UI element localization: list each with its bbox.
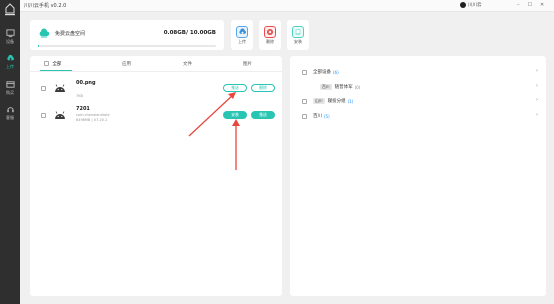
group-checkbox[interactable] bbox=[302, 69, 307, 75]
tab-images[interactable]: 图片 bbox=[243, 61, 252, 67]
device-group[interactable]: 百川 随普体军 (0) › bbox=[320, 81, 538, 93]
file-name: 7201 bbox=[76, 106, 90, 112]
username: 川川云 bbox=[468, 3, 482, 8]
cloud-upload-icon bbox=[236, 25, 248, 38]
sidebar-item-label: 上传 bbox=[6, 64, 14, 69]
minimize-icon[interactable]: – bbox=[517, 2, 520, 8]
sidebar-item-purchase[interactable]: 购买 bbox=[0, 77, 20, 99]
card-icon bbox=[5, 81, 15, 88]
group-count: (0) bbox=[354, 84, 361, 90]
storage-card: 免费云盘空间 0.08GB/ 10.00GB bbox=[30, 20, 224, 50]
tab-files[interactable]: 文件 bbox=[183, 61, 192, 67]
tab-all[interactable]: 全部 bbox=[44, 61, 61, 67]
file-tabs: 全部 应用 文件 图片 bbox=[30, 56, 282, 72]
delete-button[interactable]: 删除 bbox=[259, 20, 281, 50]
select-all-checkbox[interactable] bbox=[44, 61, 49, 66]
device-group[interactable]: 山川 寝投分组 (1) › bbox=[302, 95, 538, 107]
sidebar-item-support[interactable]: 客服 bbox=[0, 102, 20, 124]
group-count: (5) bbox=[324, 113, 330, 119]
install-app-button[interactable]: 安装 bbox=[223, 111, 247, 119]
file-row[interactable]: 7201 com.chenaiandroid 8498MB | V7.20.1 … bbox=[30, 104, 282, 128]
install-button[interactable]: 安装 bbox=[287, 20, 309, 50]
user-menu[interactable]: 川川云 bbox=[460, 2, 482, 8]
chevron-right-icon[interactable]: › bbox=[536, 112, 538, 118]
device-panel: 全部设备 (6) › 百川 随普体军 (0) › 山川 寝投分组 (1) › 百… bbox=[290, 56, 546, 296]
group-count: (6) bbox=[333, 69, 339, 75]
delete-label: 删除 bbox=[266, 38, 274, 44]
file-name: 00.png bbox=[76, 80, 96, 86]
storage-usage: 0.08GB/ 10.00GB bbox=[163, 30, 216, 36]
upload-label: 上传 bbox=[238, 38, 246, 44]
install-label: 安装 bbox=[294, 38, 302, 44]
group-label: 全部设备 bbox=[313, 70, 331, 75]
android-icon bbox=[55, 111, 65, 119]
title-bar: 川川云手机 v0.2.0 川川云 – ☐ ✕ bbox=[0, 0, 554, 12]
file-size: 7KB bbox=[76, 94, 83, 98]
group-label: 百川 bbox=[313, 114, 322, 119]
group-label: 寝投分组 bbox=[327, 99, 346, 104]
sidebar-item-label: 设备 bbox=[6, 39, 14, 44]
android-icon bbox=[55, 84, 65, 92]
maximize-icon[interactable]: ☐ bbox=[528, 2, 532, 8]
push-app-button[interactable]: 推送 bbox=[251, 111, 275, 119]
group-label: 随普体军 bbox=[334, 85, 353, 90]
group-checkbox[interactable] bbox=[302, 113, 307, 119]
file-panel: 全部 应用 文件 图片 00.png 7KB 推送 删除 7201 com.ch… bbox=[30, 56, 282, 296]
storage-label: 免费云盘空间 bbox=[55, 31, 86, 37]
chevron-right-icon[interactable]: › bbox=[536, 97, 538, 103]
close-icon[interactable]: ✕ bbox=[540, 2, 544, 8]
tab-apps[interactable]: 应用 bbox=[122, 61, 131, 67]
sidebar-item-label: 购买 bbox=[6, 90, 14, 95]
active-tab-indicator bbox=[40, 70, 72, 71]
app-title: 川川云手机 v0.2.0 bbox=[24, 3, 67, 9]
row-checkbox[interactable] bbox=[41, 113, 46, 118]
group-tag: 山川 bbox=[313, 98, 325, 104]
group-tag: 百川 bbox=[320, 84, 332, 90]
device-group[interactable]: 百川 (5) › bbox=[302, 110, 538, 122]
install-icon bbox=[292, 25, 304, 38]
push-button[interactable]: 推送 bbox=[223, 84, 247, 92]
upload-button[interactable]: 上传 bbox=[231, 20, 253, 50]
sidebar: 设备 上传 购买 客服 bbox=[0, 0, 20, 304]
sidebar-item-upload[interactable]: 上传 bbox=[0, 51, 20, 73]
file-info: 8498MB | V7.20.1 bbox=[76, 118, 108, 122]
file-row[interactable]: 00.png 7KB 推送 删除 bbox=[30, 78, 282, 102]
device-group-all[interactable]: 全部设备 (6) › bbox=[302, 66, 538, 78]
storage-progress-bar bbox=[38, 45, 216, 47]
headset-icon bbox=[6, 107, 14, 113]
delete-file-button[interactable]: 删除 bbox=[251, 84, 275, 92]
row-checkbox[interactable] bbox=[41, 86, 46, 91]
app-logo bbox=[5, 3, 15, 16]
chevron-right-icon[interactable]: › bbox=[536, 68, 538, 74]
group-count: (1) bbox=[347, 98, 354, 104]
delete-icon bbox=[264, 25, 276, 38]
group-checkbox[interactable] bbox=[302, 98, 307, 104]
sidebar-item-label: 客服 bbox=[6, 115, 14, 120]
cloud-storage-icon bbox=[39, 28, 50, 38]
sidebar-item-devices[interactable]: 设备 bbox=[0, 26, 20, 48]
chevron-right-icon[interactable]: › bbox=[536, 83, 538, 89]
cloud-upload-icon bbox=[6, 54, 14, 63]
package-name: com.chenaiandroid bbox=[76, 113, 110, 117]
monitor-icon bbox=[5, 29, 15, 38]
avatar bbox=[460, 2, 466, 8]
